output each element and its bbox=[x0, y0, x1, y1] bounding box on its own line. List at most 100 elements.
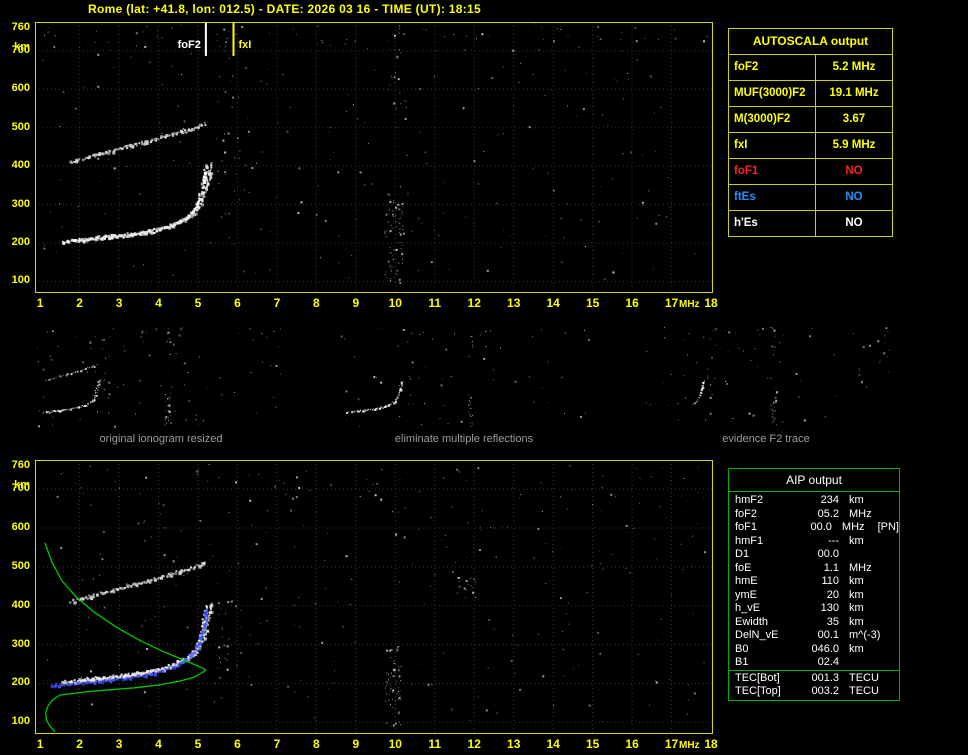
top-ionogram-canvas: foF2 fxI bbox=[35, 22, 713, 293]
autoscala-row-hes: h'Es NO bbox=[729, 210, 892, 236]
aip-row-hme: hmE 110 km bbox=[729, 575, 899, 589]
aip-row-tecbot: TEC[Bot] 001.3 TECU bbox=[729, 672, 899, 686]
aip-val: 046.0 bbox=[811, 642, 839, 655]
x-tick-label: 14 bbox=[546, 296, 560, 310]
x-tick-label: 12 bbox=[467, 737, 481, 751]
bottom-ionogram-plot: km MHz 1 2 3 4 5 6 7 8 9 10 11 12 13 14 15 16 17 18 760 700… bbox=[0, 438, 730, 755]
x-tick-label: 4 bbox=[155, 296, 162, 310]
autoscala-row-value: 5.9 MHz bbox=[832, 139, 876, 151]
aip-note bbox=[883, 685, 899, 699]
autoscala-row-fof1: foF1 NO bbox=[729, 158, 892, 184]
aip-unit: TECU bbox=[849, 685, 879, 697]
y-tick-label: 760 bbox=[11, 458, 30, 471]
aip-label: Ewidth bbox=[735, 615, 769, 628]
y-tick-label: 400 bbox=[11, 598, 30, 611]
autoscala-row-value: NO bbox=[845, 191, 863, 203]
aip-row-tectop: TEC[Top] 003.2 TECU bbox=[729, 685, 899, 699]
aip-note bbox=[883, 535, 899, 549]
aip-row-hve: h_vE 130 km bbox=[729, 602, 899, 616]
x-tick-label: 16 bbox=[625, 737, 639, 751]
y-tick-label: 500 bbox=[11, 120, 30, 133]
aip-note bbox=[883, 629, 899, 643]
aip-unit: MHz bbox=[841, 521, 865, 533]
aip-label: hmE bbox=[735, 575, 758, 587]
y-tick-label: 760 bbox=[11, 20, 30, 33]
y-tick-label: 200 bbox=[11, 676, 30, 689]
aip-label: TEC[Bot] bbox=[735, 671, 780, 684]
svg-text:foF2: foF2 bbox=[178, 39, 201, 51]
aip-unit: km bbox=[849, 615, 864, 628]
thumbnail-evidence-f2-trace bbox=[640, 326, 892, 428]
autoscala-output-rows: foF2 5.2 MHz MUF(3000)F2 19.1 MHz M(3000)F2 3… bbox=[729, 54, 892, 236]
aip-row-d1: D1 00.0 bbox=[729, 548, 899, 562]
aip-val: 02.4 bbox=[817, 656, 839, 668]
thumbnail-evidence-f2-trace-canvas bbox=[640, 326, 892, 428]
x-tick-label: 6 bbox=[234, 737, 241, 751]
aip-label: foF1 bbox=[735, 521, 758, 533]
autoscala-output-header: AUTOSCALA output bbox=[752, 34, 869, 48]
aip-row-hmf2: hmF2 234 km bbox=[729, 494, 899, 508]
aip-row-b1: B1 02.4 bbox=[729, 656, 899, 670]
x-tick-label: 13 bbox=[507, 737, 521, 751]
aip-note bbox=[883, 548, 899, 562]
aip-note bbox=[883, 616, 899, 630]
aip-unit: km bbox=[849, 534, 864, 547]
autoscala-row-label: MUF(3000)F2 bbox=[729, 81, 816, 106]
aip-unit: m^(-3) bbox=[849, 629, 881, 641]
bottom-ionogram-canvas bbox=[35, 460, 713, 734]
autoscala-row-muf3000f2: MUF(3000)F2 19.1 MHz bbox=[729, 80, 892, 106]
autoscala-row-label: foF2 bbox=[729, 55, 816, 80]
x-tick-label: 18 bbox=[704, 296, 718, 310]
top-ionogram-plot: foF2 fxI km MHz 1 2 3 4 5 6 7 8 9 10 11 12 13 14 15 16 17… bbox=[0, 0, 730, 320]
svg-text:fxI: fxI bbox=[239, 39, 252, 51]
autoscala-row-fxi: fxI 5.9 MHz bbox=[729, 132, 892, 158]
aip-note bbox=[883, 494, 899, 508]
aip-label: B1 bbox=[735, 656, 749, 668]
x-tick-label: 3 bbox=[115, 296, 123, 310]
autoscala-row-value: 19.1 MHz bbox=[829, 87, 879, 99]
autoscala-row-ftes: ftEs NO bbox=[729, 184, 892, 210]
x-tick-label: 2 bbox=[76, 296, 83, 310]
aip-tec-rows: TEC[Bot] 001.3 TECU TEC[Top] 003.2 TECU bbox=[729, 669, 899, 700]
y-tick-label: 400 bbox=[11, 159, 30, 172]
aip-label: hmF2 bbox=[735, 494, 764, 506]
x-tick-label: 9 bbox=[352, 296, 360, 310]
aip-note bbox=[883, 575, 899, 589]
x-tick-label: 18 bbox=[704, 737, 718, 751]
x-tick-label: 17 bbox=[664, 737, 679, 751]
x-tick-label: 7 bbox=[273, 296, 281, 310]
x-tick-label: 15 bbox=[585, 296, 600, 310]
aip-label: DelN_vE bbox=[735, 629, 779, 641]
aip-val: --- bbox=[828, 534, 839, 547]
x-tick-label: 13 bbox=[507, 296, 521, 310]
aip-val: 001.3 bbox=[811, 671, 839, 684]
autoscala-row-value: NO bbox=[845, 165, 863, 177]
aip-unit: MHz bbox=[849, 507, 872, 520]
aip-val: 110 bbox=[821, 575, 839, 587]
x-tick-label: 17 bbox=[664, 296, 679, 310]
aip-row-fof2: foF2 05.2 MHz bbox=[729, 508, 899, 522]
aip-unit: km bbox=[849, 602, 864, 614]
aip-unit: km bbox=[849, 575, 864, 587]
aip-unit: km bbox=[849, 588, 864, 601]
x-tick-label: 11 bbox=[428, 737, 442, 751]
x-tick-label: 6 bbox=[234, 296, 241, 310]
y-tick-label: 700 bbox=[11, 482, 30, 495]
y-tick-label: 300 bbox=[11, 197, 30, 210]
x-tick-label: 2 bbox=[76, 737, 83, 751]
aip-output-table: AIP output hmF2 234 km foF2 05.2 MHz foF1 00.0 M… bbox=[728, 468, 900, 701]
x-tick-label: 10 bbox=[388, 737, 402, 751]
aip-val: 00.0 bbox=[817, 548, 839, 560]
aip-label: h_vE bbox=[735, 602, 761, 614]
aip-val: 00.1 bbox=[817, 629, 839, 641]
aip-val: 20 bbox=[826, 588, 839, 601]
aip-label: foF2 bbox=[735, 507, 758, 520]
thumbnail-original-ionogram bbox=[35, 326, 287, 428]
aip-unit: km bbox=[849, 642, 864, 655]
aip-row-delnve: DelN_vE 00.1 m^(-3) bbox=[729, 629, 899, 643]
aip-note bbox=[883, 508, 899, 522]
x-tick-label: 14 bbox=[546, 737, 560, 751]
y-tick-label: 700 bbox=[11, 43, 30, 56]
aip-unit: MHz bbox=[849, 561, 872, 574]
y-tick-label: 500 bbox=[11, 559, 30, 572]
